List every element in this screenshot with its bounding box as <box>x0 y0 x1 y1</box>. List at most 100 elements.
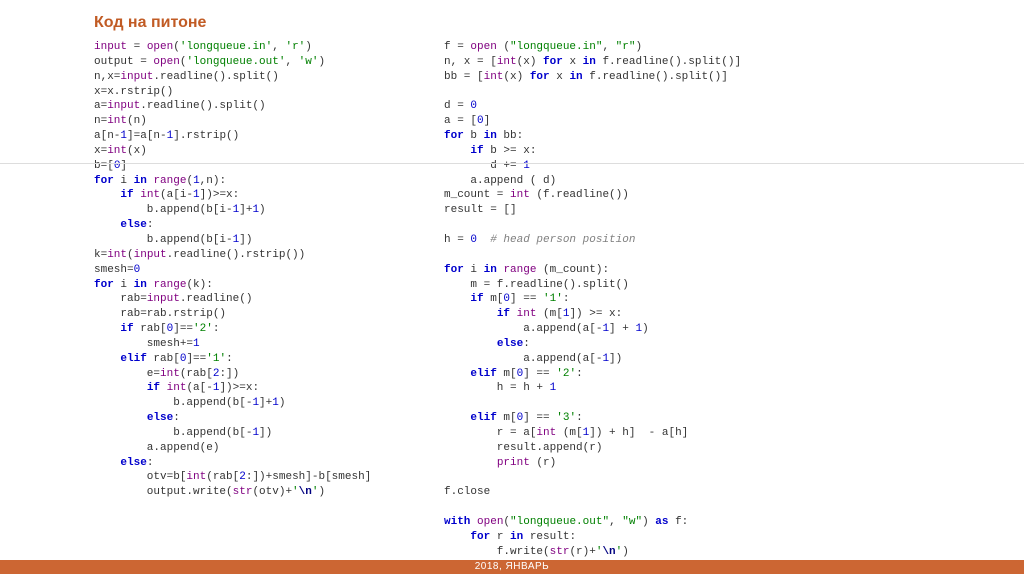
t: open <box>477 516 503 528</box>
t: open <box>470 41 496 53</box>
t: if <box>147 382 160 394</box>
t: ] == <box>523 368 556 380</box>
t: int <box>160 368 180 380</box>
t: str <box>233 486 253 498</box>
t: for <box>543 56 563 68</box>
t: input <box>120 71 153 83</box>
t: (m[ <box>536 308 562 320</box>
t: rab[ <box>134 323 167 335</box>
t: in <box>484 264 497 276</box>
t: a.append ( d) <box>444 175 556 187</box>
t: int <box>107 249 127 261</box>
t: output.write( <box>94 486 233 498</box>
t: a = [ <box>444 115 477 127</box>
t: 'r' <box>285 41 305 53</box>
t: ].rstrip() <box>173 130 239 142</box>
t: if <box>120 323 133 335</box>
t: (r) <box>530 457 556 469</box>
t: int <box>140 189 160 201</box>
t: h = h + <box>444 382 550 394</box>
t: '3' <box>556 412 576 424</box>
t: "w" <box>622 516 642 528</box>
t: (k): <box>186 279 212 291</box>
t: open <box>153 56 179 68</box>
t: ] <box>120 160 127 172</box>
t: input <box>134 249 167 261</box>
t: (rab[ <box>206 471 239 483</box>
t: in <box>134 279 147 291</box>
t: '2' <box>193 323 213 335</box>
t: ( <box>173 41 180 53</box>
t: r = a[ <box>444 427 536 439</box>
t <box>444 457 497 469</box>
t: b <box>464 130 484 142</box>
t: ]) <box>259 427 272 439</box>
t: f.readline().split()] <box>596 56 741 68</box>
t <box>444 293 470 305</box>
t: ) <box>259 204 266 216</box>
t: ]== <box>173 323 193 335</box>
t <box>94 412 147 424</box>
t: int <box>536 427 556 439</box>
t: ) <box>318 486 325 498</box>
t: , <box>602 41 615 53</box>
t: smesh+= <box>94 338 193 350</box>
t: (x) <box>503 71 529 83</box>
t: 0 <box>134 264 141 276</box>
t: else <box>120 457 146 469</box>
t: (a[i- <box>160 189 193 201</box>
t: r <box>490 531 510 543</box>
t: output = <box>94 56 153 68</box>
t: 1 <box>550 382 557 394</box>
t: in <box>134 175 147 187</box>
t: : <box>147 219 154 231</box>
t: input <box>94 41 127 53</box>
t: elif <box>120 353 146 365</box>
t: \n <box>602 546 615 558</box>
t: (r)+ <box>569 546 595 558</box>
t: if <box>470 145 483 157</box>
t: f.readline().split()] <box>583 71 728 83</box>
t: 2 <box>239 471 246 483</box>
t: 1 <box>193 338 200 350</box>
t: range <box>153 175 186 187</box>
t: = <box>127 41 147 53</box>
t: m_count = <box>444 189 510 201</box>
t: ] + <box>609 323 635 335</box>
t: if <box>120 189 133 201</box>
t: open <box>147 41 173 53</box>
t: '2' <box>556 368 576 380</box>
t <box>444 531 470 543</box>
t: rab= <box>94 293 147 305</box>
t: : <box>523 338 530 350</box>
t <box>444 338 497 350</box>
t: ] <box>484 115 491 127</box>
t: bb = [ <box>444 71 484 83</box>
t: # head person position <box>490 234 635 246</box>
t: 1 <box>523 160 530 172</box>
t: ]) <box>609 353 622 365</box>
t: ]=a[n- <box>127 130 167 142</box>
t: .readline().split() <box>140 100 265 112</box>
t: int <box>517 308 537 320</box>
t: :])+smesh]-b[smesh] <box>246 471 371 483</box>
t: rab[ <box>147 353 180 365</box>
t: (otv)+ <box>252 486 292 498</box>
slide: Код на питоне input = open('longqueue.in… <box>0 0 1024 574</box>
t: : <box>173 412 180 424</box>
t: b.append(b[i- <box>94 234 233 246</box>
t: m[ <box>484 293 504 305</box>
t: int <box>497 56 517 68</box>
t: 1 <box>193 189 200 201</box>
t: "longqueue.out" <box>510 516 609 528</box>
t: (rab[ <box>180 368 213 380</box>
t: .readline().rstrip()) <box>167 249 306 261</box>
t: 'longqueue.in' <box>180 41 272 53</box>
t: ( <box>127 249 134 261</box>
t: b.append(b[- <box>94 427 252 439</box>
t: d = <box>444 100 470 112</box>
t: result = [] <box>444 204 517 216</box>
t <box>94 219 120 231</box>
footer: 2018, ЯНВАРЬ <box>0 560 1024 574</box>
t: int <box>107 115 127 127</box>
